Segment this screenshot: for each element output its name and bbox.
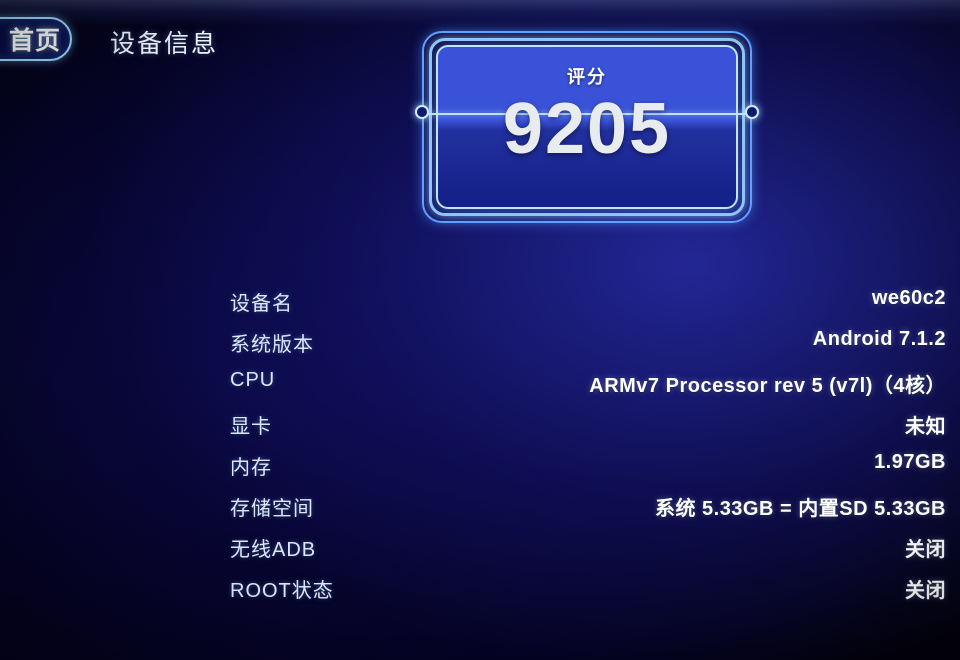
table-row: CPU ARMv7 Processor rev 5 (v7l)（4核） — [230, 369, 946, 410]
score-label: 评分 — [567, 67, 607, 87]
score-card: 评分 9205 — [415, 31, 759, 223]
info-label-storage: 存储空间 — [230, 498, 314, 520]
info-value-device-name: we60c2 — [871, 287, 946, 309]
info-label-device-name: 设备名 — [230, 293, 293, 315]
home-button-label: 首页 — [8, 27, 61, 55]
info-label-system-version: 系统版本 — [230, 334, 314, 356]
info-label-memory: 内存 — [230, 457, 272, 479]
table-row: 无线ADB 关闭 — [230, 533, 946, 574]
score-value: 9205 — [502, 89, 672, 169]
info-value-memory: 1.97GB — [874, 451, 946, 473]
home-button[interactable]: 首页 — [0, 17, 72, 61]
info-value-root-status: 关闭 — [905, 580, 946, 602]
table-row: 内存 1.97GB — [230, 451, 946, 492]
top-glare-band — [0, 0, 960, 26]
info-value-storage: 系统 5.33GB = 内置SD 5.33GB — [654, 498, 946, 520]
device-info-screen: 首页 设备信息 评分 9205 设备名 we60c2 系统版本 Android … — [0, 0, 960, 660]
info-label-root-status: ROOT状态 — [230, 580, 334, 602]
table-row: ROOT状态 关闭 — [230, 574, 946, 615]
info-value-wireless-adb: 关闭 — [905, 539, 946, 561]
info-value-cpu: ARMv7 Processor rev 5 (v7l)（4核） — [589, 375, 946, 397]
table-row: 显卡 未知 — [230, 410, 946, 451]
table-row: 存储空间 系统 5.33GB = 内置SD 5.33GB — [230, 492, 946, 533]
page-title: 设备信息 — [110, 30, 219, 58]
info-label-gpu: 显卡 — [230, 416, 272, 438]
info-value-system-version: Android 7.1.2 — [812, 328, 946, 350]
info-label-cpu: CPU — [230, 369, 276, 391]
table-row: 设备名 we60c2 — [230, 287, 946, 328]
info-label-wireless-adb: 无线ADB — [230, 539, 317, 561]
device-info-table: 设备名 we60c2 系统版本 Android 7.1.2 CPU ARMv7 … — [230, 287, 946, 615]
table-row: 系统版本 Android 7.1.2 — [230, 328, 946, 369]
info-value-gpu: 未知 — [905, 416, 946, 438]
